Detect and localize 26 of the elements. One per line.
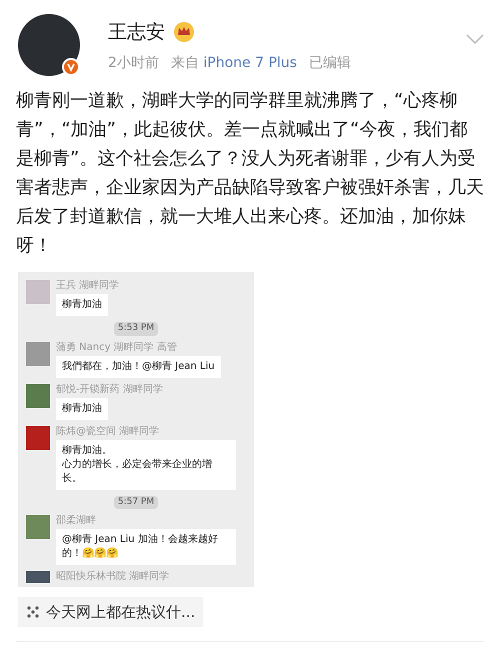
post-time: 2小时前 bbox=[108, 54, 159, 72]
sender-name: 邵柔湖畔 bbox=[56, 515, 97, 527]
avatar bbox=[26, 280, 50, 304]
chat-bubble: 柳青加油。 心力的增长，必定会带来企业的增长。 bbox=[56, 440, 236, 490]
chat-bubble: 柳青加油 bbox=[56, 398, 108, 420]
sender-name: 蒲勇 Nancy 湖畔同学 高管 bbox=[56, 342, 178, 354]
chat-timestamp: 5:57 PM bbox=[114, 496, 158, 509]
post-source: 来自 iPhone 7 Plus bbox=[170, 54, 297, 72]
avatar bbox=[26, 342, 50, 366]
avatar bbox=[26, 426, 50, 450]
avatar bbox=[26, 515, 50, 539]
chat-bubble: @柳青 Jean Liu 加油！会越来越好的！🤗🤗🤗 bbox=[56, 529, 236, 565]
chat-timestamp: 5:53 PM bbox=[114, 322, 158, 336]
edited-label: 已编辑 bbox=[308, 54, 351, 72]
topic-link[interactable]: 今天网上都在热议什... bbox=[18, 597, 204, 627]
sender-name: 陈炜@瓷空间 湖畔同学 bbox=[56, 426, 160, 438]
avatar bbox=[26, 384, 50, 408]
chat-bubble: 柳青加油 bbox=[56, 294, 108, 316]
sparkle-icon bbox=[26, 605, 40, 619]
sender-name: 昭阳快乐林书院 湖畔同学 bbox=[56, 571, 170, 583]
avatar bbox=[26, 571, 50, 583]
post-text: 柳青刚一道歉，湖畔大学的同学群里就沸腾了，“心疼柳青”，“加油”，此起彼伏。差一点就喊出了“今夜，我们都是柳青”。这个社会怎么了？没人为死者谢罪，少有人为受害者悲声，企业家因为产品缺陷导致客户被强奸杀害，几天后发了封道歉信，就一大堆人出来心疼。还加油，加你妹呀！ bbox=[15, 89, 485, 258]
sender-name: 王兵 湖畔同学 bbox=[56, 280, 120, 292]
sender-name: 郁悦-开锁新药 湖畔同学 bbox=[56, 384, 163, 396]
chat-bubble: 我們都在，加油！@柳青 Jean Liu bbox=[56, 356, 221, 378]
author-name[interactable]: 王志安 bbox=[108, 18, 165, 46]
